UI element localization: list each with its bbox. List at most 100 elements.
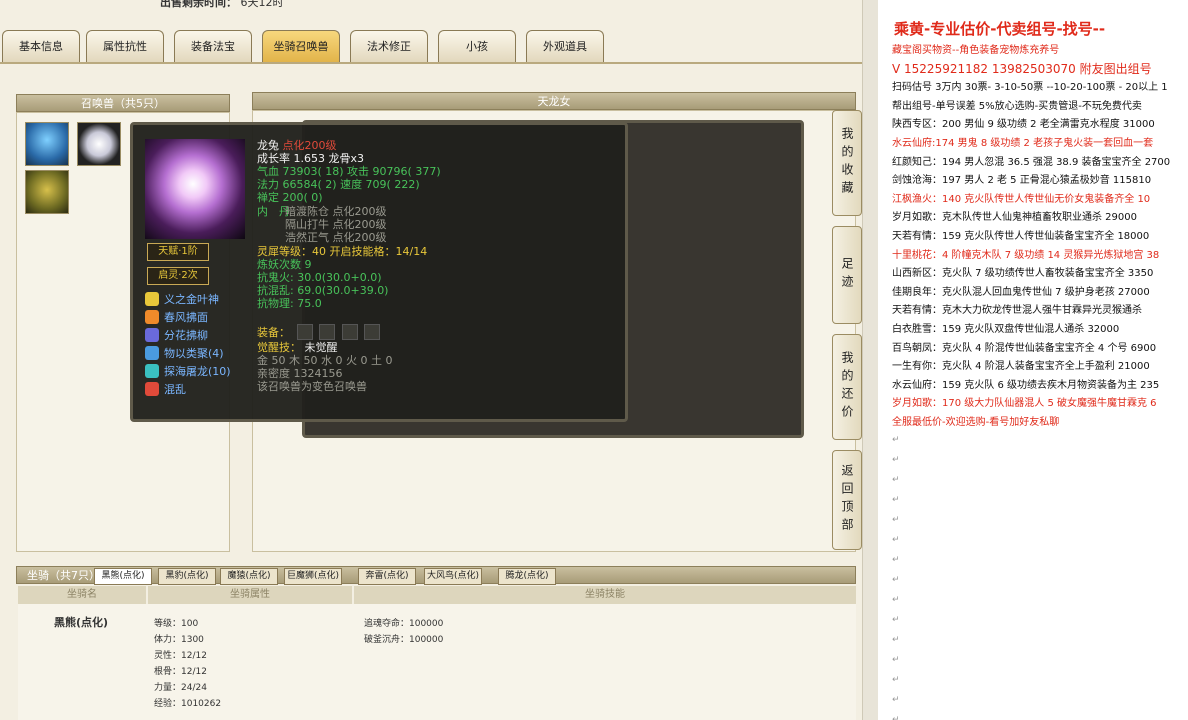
chat-line: 佳期良年：克火队混人回血鬼传世仙 7 级护身老孩 27000	[892, 287, 1150, 298]
bargain-button[interactable]: 我的还价	[832, 334, 862, 440]
chat-title: 乘黄-专业估价-代卖组号-找号--	[894, 20, 1106, 38]
tab-children[interactable]: 小孩	[438, 30, 516, 62]
equip-slot-4[interactable]	[364, 324, 380, 340]
mount-tab-5[interactable]: 奔雷(点化)	[358, 568, 416, 585]
paragraph-mark-icon: ↵	[892, 575, 900, 585]
awaken-label: 觉醒技：	[257, 341, 301, 354]
favorites-button[interactable]: 我的收藏	[832, 110, 862, 216]
pet-spirit: 灵犀等级：40 开启技能格：14/14	[257, 245, 428, 258]
skill-icon	[145, 364, 159, 378]
tab-mounts-pets[interactable]: 坐骑召唤兽	[262, 30, 340, 62]
skill-6: 混乱	[145, 381, 186, 397]
chat-line: 百鸟朝凤：克火队 4 阶混传世仙装备宝宝齐全 4 个号 6900	[892, 343, 1157, 354]
game-page: 出售剩余时间： 6天12时 基本信息 属性抗性 装备法宝 坐骑召唤兽 法术修正 …	[0, 0, 862, 720]
skill-icon	[145, 346, 159, 360]
mount-tab-3[interactable]: 魔猿(点化)	[220, 568, 278, 585]
sale-time-label: 出售剩余时间：	[160, 0, 237, 9]
mount-stat-exp: 经验：1010262	[154, 699, 222, 709]
skill-2: 春风拂面	[145, 309, 208, 325]
chat-line: 一生有你：克火队 4 阶混人装备宝宝齐全上手盈利 21000	[892, 361, 1150, 372]
skill-1: 义之金叶神	[145, 291, 219, 307]
chat-line: 江枫渔火：140 克火队传世人传世仙无价女鬼装备齐全 10	[892, 194, 1151, 205]
back-to-top-button[interactable]: 返回顶部	[832, 450, 862, 550]
chat-line: 水云仙府：159 克火队 6 级功绩去疾木月物资装备为主 235	[892, 380, 1160, 391]
pet-tooltip: 龙兔 点化200级 成长率 1.653 龙骨x3 气血 73903( 18) 攻…	[130, 122, 628, 422]
paragraph-mark-icon: ↵	[892, 635, 900, 645]
pet-avatar-2[interactable]	[77, 122, 121, 166]
paragraph-mark-icon: ↵	[892, 695, 900, 705]
mount-tab-1[interactable]: 黑熊(点化)	[94, 568, 152, 585]
skill-label: 分花拂柳	[164, 329, 208, 342]
chat-line: 岁月如歌：170 级大力队仙器混人 5 破女魔强牛魔甘霖克 6	[892, 398, 1157, 409]
chat-line: 十里桃花：4 阶幢克木队 7 级功绩 14 灵猴异光炼狱地宫 38	[892, 250, 1160, 261]
skill-3: 分花拂柳	[145, 327, 208, 343]
mount-name: 黑熊(点化)	[54, 616, 109, 629]
pane-divider[interactable]	[862, 0, 878, 720]
mount-tab-7[interactable]: 腾龙(点化)	[498, 568, 556, 585]
tab-appearance[interactable]: 外观道具	[526, 30, 604, 62]
paragraph-mark-icon: ↵	[892, 535, 900, 545]
tab-basic-info[interactable]: 基本信息	[2, 30, 80, 62]
chat-line: 陕西专区：200 男仙 9 级功绩 2 老全满雷克水程度 31000	[892, 119, 1155, 130]
pet-portrait	[145, 139, 245, 239]
mount-tab-6[interactable]: 大风鸟(点化)	[424, 568, 482, 585]
chat-line: 水云仙府:174 男鬼 8 级功绩 2 老孩子鬼火装一套回血一套	[892, 138, 1154, 149]
neidan-3: 浩然正气 点化200级	[285, 231, 387, 244]
pet-zen: 禅定 200( 0)	[257, 191, 323, 204]
chat-line: 天若有情：克木大力砍龙传世混人强牛甘霖异光灵猴通杀	[892, 305, 1142, 316]
pet-elements: 金 50 木 50 水 0 火 0 土 0	[257, 354, 393, 367]
equip-slot-3[interactable]	[341, 324, 358, 340]
pet-name: 龙兔	[257, 139, 279, 152]
pet-avatar-3[interactable]	[25, 170, 69, 214]
skill-icon	[145, 328, 159, 342]
mount-col-attr: 坐骑属性	[148, 586, 352, 604]
chat-line: 岁月如歌：克木队传世人仙鬼神植畜牧职业通杀 29000	[892, 212, 1137, 223]
pet-hp-attack: 气血 73903( 18) 攻击 90796( 377)	[257, 165, 441, 178]
history-button[interactable]: 足迹	[832, 226, 862, 324]
pet-resist-physical: 抗物理: 75.0	[257, 297, 322, 310]
skill-label: 春风拂面	[164, 311, 208, 324]
mount-tab-2[interactable]: 黑豹(点化)	[158, 568, 216, 585]
skill-label: 探海屠龙(10)	[164, 365, 231, 378]
awaken-value: 未觉醒	[304, 341, 338, 354]
chat-line: 藏宝阁买物资--角色装备宠物炼充养号	[892, 45, 1060, 56]
chat-line: 剑蚀沧海：197 男人 2 老 5 正骨混心猿孟极妙音 115810	[892, 175, 1152, 186]
equip-slot-1[interactable]	[296, 324, 313, 340]
mount-col-name: 坐骑名	[18, 586, 146, 604]
tab-spells[interactable]: 法术修正	[350, 30, 428, 62]
talent-badge: 天赋·1阶	[147, 243, 209, 261]
sale-time: 出售剩余时间： 6天12时	[160, 0, 284, 10]
paragraph-mark-icon: ↵	[892, 475, 900, 485]
chat-line: 山西新区：克火队 7 级功绩传世人畜牧装备宝宝齐全 3350	[892, 268, 1154, 279]
skill-5: 探海屠龙(10)	[145, 363, 231, 379]
tab-attributes[interactable]: 属性抗性	[86, 30, 164, 62]
enlighten-badge: 启灵·2次	[147, 267, 209, 285]
pet-resist-fire: 抗鬼火: 30.0(30.0+0.0)	[257, 271, 382, 284]
pet-growth: 成长率 1.653 龙骨x3	[257, 152, 364, 165]
pet-equip-label: 装备：	[257, 326, 290, 339]
pet-intimacy: 亲密度 1324156	[257, 367, 343, 380]
pet-name-suffix: 点化200级	[282, 139, 337, 152]
pet-resist-chaos: 抗混乱: 69.0(30.0+39.0)	[257, 284, 389, 297]
mount-stat-spirit: 灵性：12/12	[154, 651, 207, 661]
pet-panel-title: 召唤兽（共5只）	[16, 94, 230, 112]
mount-tab-4[interactable]: 巨魔狮(点化)	[284, 568, 342, 585]
mount-stat-strength: 力量：24/24	[154, 683, 207, 693]
tab-equipment[interactable]: 装备法宝	[174, 30, 252, 62]
chat-line: 红颜知己：194 男人忽混 36.5 强混 38.9 装备宝宝齐全 2700	[892, 157, 1171, 168]
tab-divider	[0, 62, 862, 64]
pet-mp-speed: 法力 66584( 2) 速度 709( 222)	[257, 178, 420, 191]
mount-skill-2: 破釜沉舟：100000	[364, 635, 444, 645]
sale-time-value: 6天12时	[240, 0, 284, 9]
pet-avatar-1[interactable]	[25, 122, 69, 166]
info-tabs: 基本信息 属性抗性 装备法宝 坐骑召唤兽 法术修正 小孩 外观道具	[0, 30, 862, 64]
paragraph-mark-icon: ↵	[892, 435, 900, 445]
paragraph-mark-icon: ↵	[892, 515, 900, 525]
skill-icon	[145, 382, 159, 396]
neidan-1: 暗渡陈仓 点化200级	[285, 205, 387, 218]
mount-stat-stamina: 体力：1300	[154, 635, 204, 645]
equip-slot-2[interactable]	[319, 324, 335, 340]
skill-icon	[145, 292, 159, 306]
mount-stat-bone: 根骨：12/12	[154, 667, 207, 677]
chat-panel: 乘黄-专业估价-代卖组号-找号-- 藏宝阁买物资--角色装备宠物炼充养号 V 15…	[878, 0, 1188, 720]
